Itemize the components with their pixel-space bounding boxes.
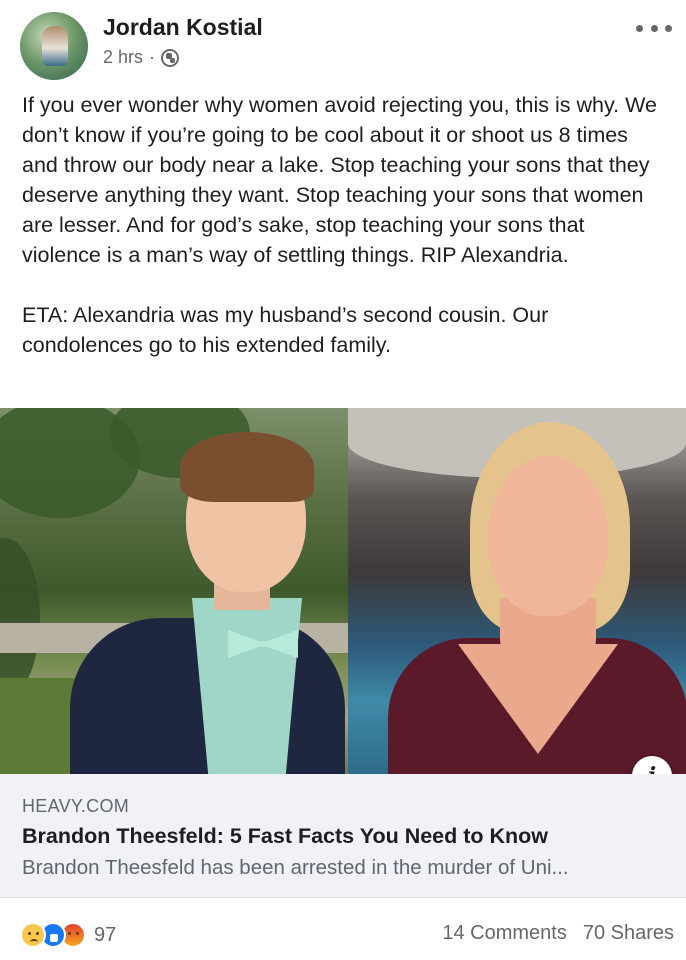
post-footer: 97 14 Comments 70 Shares — [0, 898, 686, 960]
post-paragraph: If you ever wonder why women avoid rejec… — [22, 93, 657, 267]
post-meta: 2 hrs · — [103, 47, 180, 68]
meta-separator: · — [149, 47, 156, 67]
comments-count-link[interactable]: 14 Comments — [442, 922, 567, 945]
link-domain: HEAVY.COM — [22, 796, 130, 816]
link-preview-image[interactable]: i — [0, 408, 686, 774]
author-name[interactable]: Jordan Kostial — [103, 14, 263, 41]
sad-reaction-icon — [20, 922, 46, 948]
link-preview-card[interactable]: HEAVY.COM Brandon Theesfeld: 5 Fast Fact… — [0, 774, 686, 898]
photo-woman — [348, 408, 686, 774]
author-avatar[interactable] — [20, 12, 88, 80]
shares-count-link[interactable]: 70 Shares — [583, 922, 674, 945]
reaction-count: 97 — [94, 923, 117, 946]
reactions-summary[interactable]: 97 — [20, 922, 116, 948]
post-paragraph: ETA: Alexandria was my husband’s second … — [22, 303, 549, 357]
photo-man — [0, 408, 348, 774]
link-description: Brandon Theesfeld has been arrested in t… — [22, 856, 569, 879]
engagement-counts: 14 Comments 70 Shares — [442, 922, 674, 945]
post-timestamp[interactable]: 2 hrs — [103, 47, 143, 68]
more-options-icon[interactable] — [636, 18, 672, 38]
post-text: If you ever wonder why women avoid rejec… — [22, 90, 667, 360]
globe-icon[interactable] — [161, 48, 180, 67]
link-title[interactable]: Brandon Theesfeld: 5 Fast Facts You Need… — [22, 824, 548, 849]
post-header: Jordan Kostial 2 hrs · — [0, 0, 686, 82]
